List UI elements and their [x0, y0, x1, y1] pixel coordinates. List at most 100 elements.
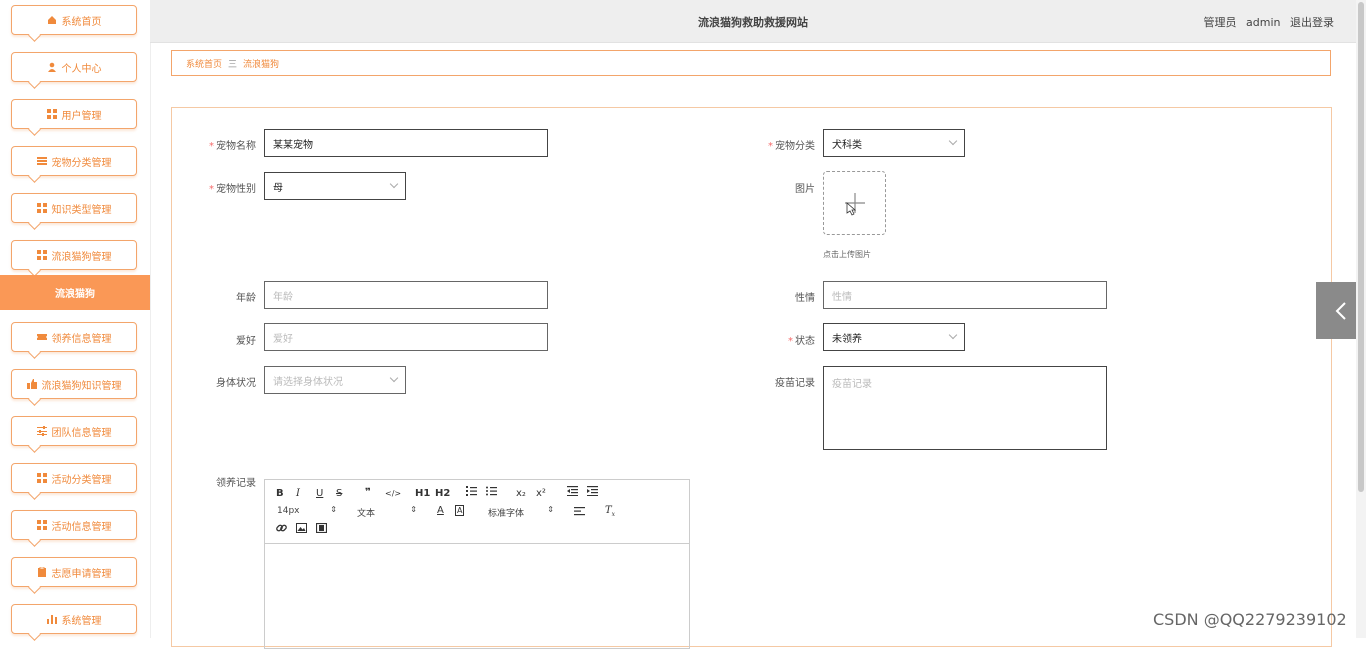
pet-category-label: * 宠物分类	[768, 141, 815, 152]
user-area: 管理员 admin 退出登录	[1198, 14, 1334, 30]
vaccine-textarea[interactable]: 疫苗记录	[823, 366, 1107, 450]
sidebar-item-stray-active[interactable]: 流浪猫狗	[0, 275, 150, 310]
superscript-button[interactable]: x²	[536, 488, 546, 499]
bar-chart-icon	[46, 614, 57, 624]
sidebar-item-volunteer-management[interactable]: 志愿申请管理	[11, 557, 137, 587]
ordered-list-icon[interactable]	[466, 486, 477, 499]
status-label: * 状态	[788, 336, 815, 347]
pet-name-label: * 宠物名称	[209, 141, 256, 152]
chevron-left-icon	[1335, 301, 1346, 320]
home-icon	[47, 15, 57, 25]
age-label: 年龄	[236, 293, 256, 304]
text-style-select[interactable]: 文本 ⇕	[357, 505, 417, 519]
image-icon[interactable]	[296, 523, 307, 536]
background-color-icon[interactable]: A	[455, 505, 465, 516]
bold-button[interactable]: B	[276, 488, 284, 499]
sidebar-item-system-management[interactable]: 系统管理	[11, 604, 137, 634]
grid-icon	[36, 520, 47, 530]
clipboard-icon	[37, 567, 47, 577]
status-select[interactable]: 未领养	[823, 323, 965, 351]
sidebar-item-activity-category-management[interactable]: 活动分类管理	[11, 463, 137, 493]
italic-button[interactable]: I	[296, 488, 300, 499]
breadcrumb-home[interactable]: 系统首页	[186, 57, 222, 70]
sidebar-item-label: 系统管理	[61, 615, 102, 627]
updown-icon: ⇕	[330, 505, 337, 514]
pet-gender-select[interactable]: 母	[264, 172, 406, 200]
list-icon	[36, 156, 47, 166]
h2-button[interactable]: H2	[435, 488, 450, 499]
sidebar-item-pet-category-management[interactable]: 宠物分类管理	[11, 146, 137, 176]
sidebar-item-user-management[interactable]: 用户管理	[11, 99, 137, 129]
age-input[interactable]: 年龄	[264, 281, 548, 309]
pet-gender-label: * 宠物性别	[209, 184, 256, 195]
thumb-icon	[26, 379, 37, 389]
vaccine-label: 疫苗记录	[775, 378, 815, 389]
chevron-down-icon	[389, 179, 399, 189]
sidebar-item-label: 活动信息管理	[51, 521, 112, 533]
grid-icon	[46, 109, 57, 119]
pet-name-input[interactable]: 某某宠物	[264, 129, 548, 157]
user-role: 管理员	[1203, 16, 1237, 29]
personality-label: 性情	[795, 293, 815, 304]
sidebar-item-adoption-management[interactable]: 领养信息管理	[11, 322, 137, 352]
plus-icon	[844, 193, 865, 216]
hobby-input[interactable]: 爱好	[264, 323, 548, 351]
sidebar-item-home[interactable]: 系统首页	[11, 5, 137, 35]
pet-category-select[interactable]: 犬科类	[823, 129, 965, 157]
site-title: 流浪猫狗救助救援网站	[698, 16, 808, 29]
logout-link[interactable]: 退出登录	[1290, 16, 1334, 29]
sidebar-item-activity-info-management[interactable]: 活动信息管理	[11, 510, 137, 540]
clear-format-icon[interactable]: Tx	[605, 505, 615, 518]
sidebar-item-label: 流浪猫狗知识管理	[41, 380, 122, 392]
chevron-down-icon	[948, 330, 958, 340]
editor-content[interactable]	[265, 544, 689, 644]
health-label: 身体状况	[216, 378, 256, 389]
font-size-select[interactable]: 14px ⇕	[277, 505, 337, 516]
ticket-icon	[36, 332, 47, 342]
grid-icon	[36, 203, 47, 213]
sidebar-item-knowledge-management[interactable]: 流浪猫狗知识管理	[11, 369, 137, 399]
align-icon[interactable]	[574, 506, 585, 519]
top-bar: 流浪猫狗救助救援网站 管理员 admin 退出登录	[150, 0, 1356, 43]
rich-text-editor: B I U S ❞ </> H1 H2 x₂ x² 14px ⇕ 文本 ⇕ A A …	[264, 479, 690, 649]
picture-upload[interactable]	[823, 171, 886, 235]
watermark: CSDN @QQ2279239102	[1153, 610, 1347, 629]
personality-input[interactable]: 性情	[823, 281, 1107, 309]
sidebar-item-label: 志愿申请管理	[51, 568, 112, 580]
cursor-icon	[846, 202, 856, 216]
sidebar-item-label: 团队信息管理	[51, 427, 112, 439]
indent-icon[interactable]	[587, 486, 598, 499]
outdent-icon[interactable]	[567, 486, 578, 499]
code-button[interactable]: </>	[385, 489, 401, 498]
sidebar-item-team-management[interactable]: 团队信息管理	[11, 416, 137, 446]
editor-toolbar: B I U S ❞ </> H1 H2 x₂ x² 14px ⇕ 文本 ⇕ A A …	[265, 480, 689, 544]
sidebar-item-label: 流浪猫狗管理	[51, 251, 112, 263]
sidebar-item-stray-management[interactable]: 流浪猫狗管理	[11, 240, 137, 270]
strike-button[interactable]: S	[336, 488, 342, 499]
sidebar-item-label: 领养信息管理	[51, 333, 112, 345]
picture-label: 图片	[795, 184, 815, 195]
sidebar-item-label: 宠物分类管理	[51, 157, 112, 169]
breadcrumb-current: 流浪猫狗	[243, 59, 280, 70]
chevron-down-icon	[948, 136, 958, 146]
scrollbar-thumb[interactable]	[1358, 2, 1364, 492]
upload-tip: 点击上传图片	[823, 250, 871, 259]
font-color-icon[interactable]: A	[437, 505, 444, 516]
hobby-label: 爱好	[236, 336, 256, 347]
subscript-button[interactable]: x₂	[516, 488, 526, 499]
sidebar-item-knowledge-type-management[interactable]: 知识类型管理	[11, 193, 137, 223]
sidebar-item-label: 流浪猫狗	[55, 289, 95, 300]
health-select[interactable]: 请选择身体状况	[264, 366, 406, 394]
bullet-list-icon[interactable]	[486, 486, 497, 499]
underline-button[interactable]: U	[316, 488, 323, 499]
h1-button[interactable]: H1	[415, 488, 430, 499]
grid-icon	[36, 250, 47, 260]
sidebar-item-label: 用户管理	[61, 110, 102, 122]
link-icon[interactable]	[276, 523, 287, 536]
breadcrumb-separator: 三	[228, 59, 238, 70]
sidebar-item-personal-center[interactable]: 个人中心	[11, 52, 137, 82]
sidebar-item-label: 个人中心	[61, 63, 102, 75]
quote-button[interactable]: ❞	[365, 487, 371, 498]
video-icon[interactable]	[315, 522, 328, 536]
font-family-select[interactable]: 标准字体 ⇕	[488, 505, 554, 519]
